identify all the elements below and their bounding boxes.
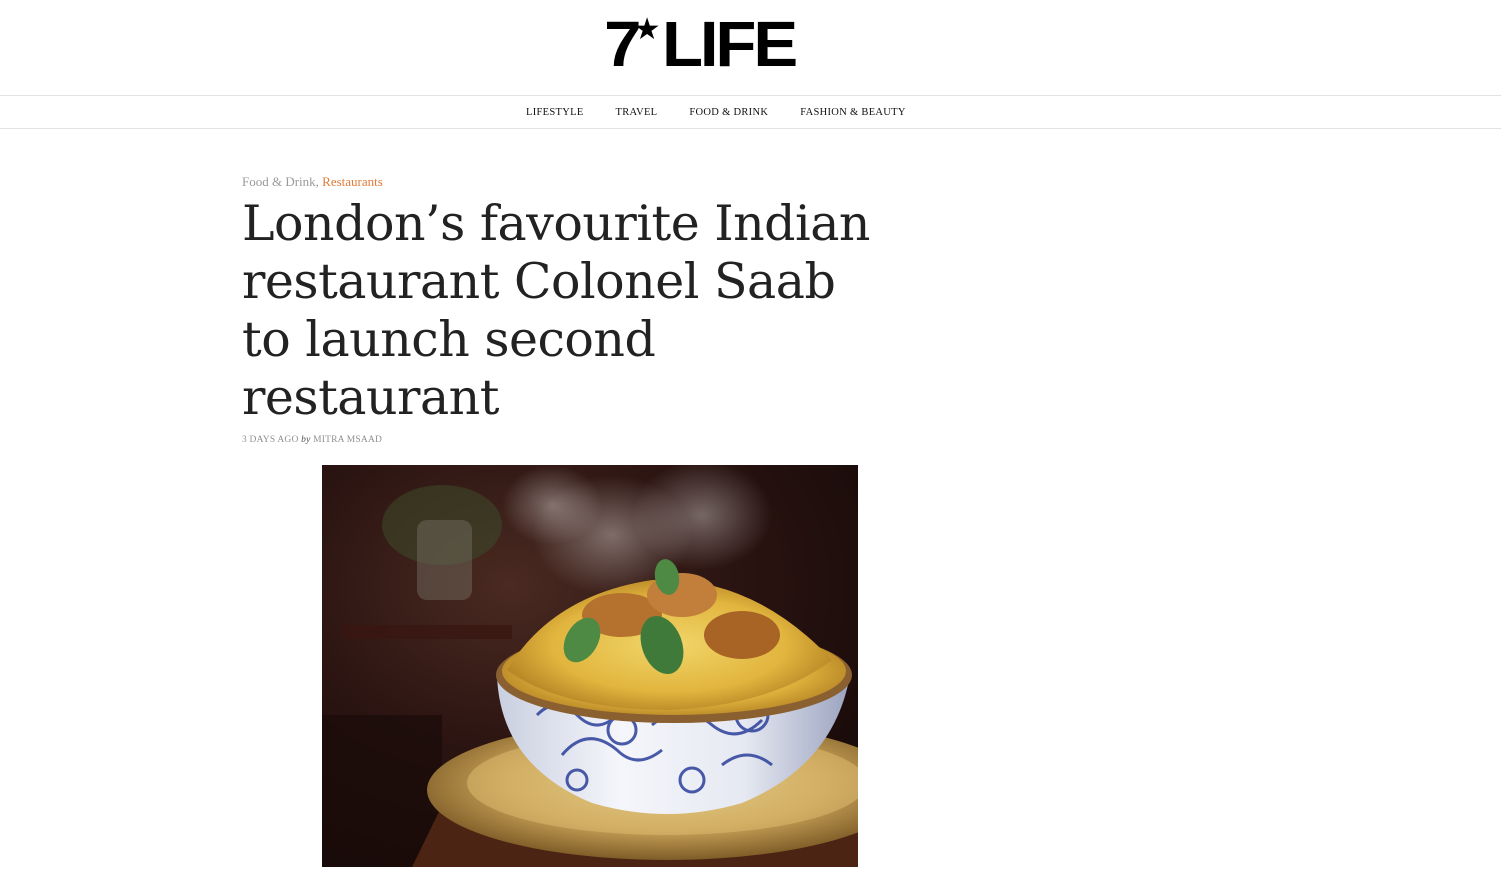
logo-life: LIFE — [661, 8, 798, 80]
site-header: 7 ★ LIFE — [0, 0, 1501, 95]
category-link-food-drink[interactable]: Food & Drink — [242, 174, 316, 189]
site-logo[interactable]: 7 ★ LIFE — [604, 12, 797, 76]
nav-item-food-drink[interactable]: FOOD & DRINK — [689, 107, 768, 118]
nav-item-lifestyle[interactable]: LIFESTYLE — [526, 107, 584, 118]
byline-by: by — [301, 435, 311, 445]
nav-item-travel[interactable]: TRAVEL — [616, 107, 658, 118]
main-nav: LIFESTYLE TRAVEL FOOD & DRINK FASHION & … — [0, 95, 1501, 129]
nav-item-fashion-beauty[interactable]: FASHION & BEAUTY — [800, 107, 906, 118]
article-headline: London’s favourite Indian restaurant Col… — [242, 195, 871, 426]
article: Food & Drink, Restaurants London’s favou… — [242, 172, 882, 447]
star-icon: ★ — [633, 13, 661, 46]
article-author[interactable]: MITRA MSAAD — [313, 435, 382, 445]
biryani-bowl-photo — [322, 465, 858, 867]
category-separator: , — [315, 174, 319, 189]
nav-list: LIFESTYLE TRAVEL FOOD & DRINK FASHION & … — [526, 96, 938, 128]
hero-image — [322, 465, 858, 867]
article-categories: Food & Drink, Restaurants — [242, 172, 882, 192]
article-date: 3 DAYS AGO — [242, 435, 299, 445]
category-link-restaurants[interactable]: Restaurants — [322, 174, 383, 189]
article-meta: 3 DAYS AGO by MITRA MSAAD — [242, 433, 882, 447]
